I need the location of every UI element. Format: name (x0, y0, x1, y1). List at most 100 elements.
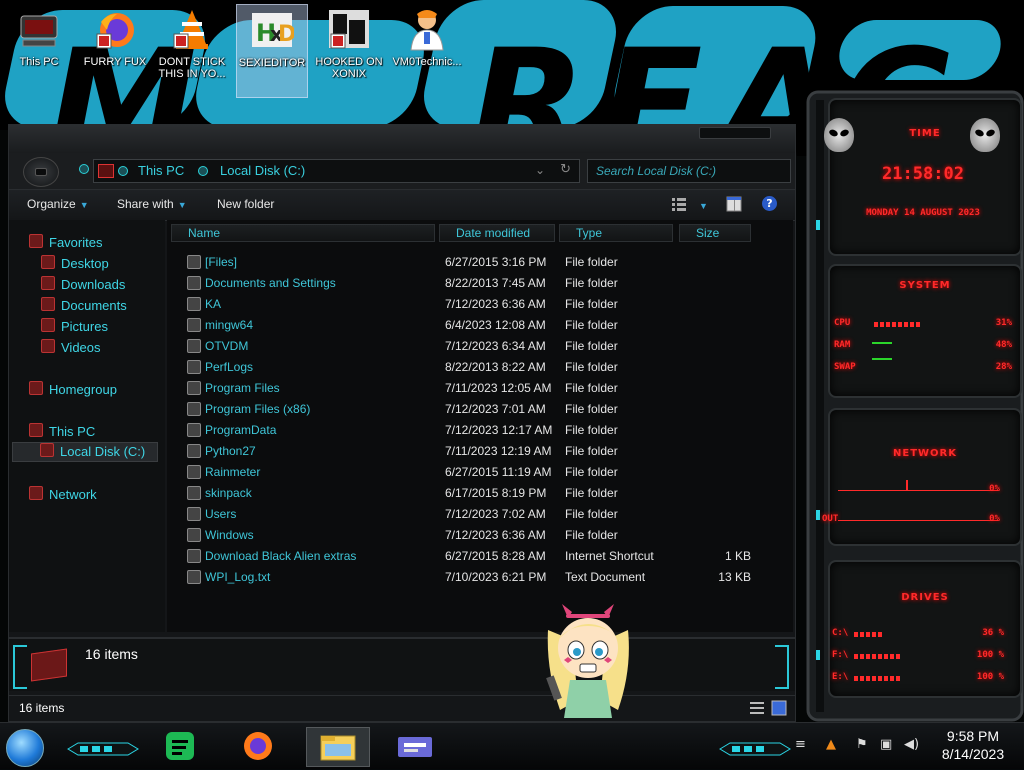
large-icons-view-icon[interactable] (771, 700, 787, 720)
taskbar-spotify-button[interactable] (150, 727, 212, 765)
nav-favorites[interactable]: Favorites (29, 234, 102, 252)
preview-pane-icon[interactable] (726, 196, 742, 212)
file-date: 7/12/2023 7:02 AM (445, 507, 546, 521)
swap-value: 28% (995, 362, 1012, 372)
file-date: 6/4/2023 12:08 AM (445, 318, 546, 332)
navigation-pane: Favorites Desktop Downloads Documents Pi… (9, 220, 165, 632)
cartoon-character-desktop-pet[interactable] (538, 600, 638, 728)
file-row[interactable]: Documents and Settings 8/22/2013 7:45 AM F… (167, 273, 793, 293)
share-with-button[interactable]: Share with ▼ (117, 197, 187, 211)
nav-desktop[interactable]: Desktop (41, 255, 109, 273)
doctor-icon (405, 8, 449, 52)
system-clock[interactable]: 9:58 PM 8/14/2023 (930, 727, 1016, 763)
organize-button[interactable]: Organize ▼ (27, 197, 89, 211)
file-name: Users (205, 507, 237, 521)
file-name: Download Black Alien extras (205, 549, 357, 563)
time-value: 21:58:02 (882, 164, 964, 184)
view-options-icon[interactable] (671, 196, 687, 212)
file-row[interactable]: [Files] 6/27/2015 3:16 PM File folder (167, 252, 793, 272)
ram-label: RAM (834, 340, 851, 350)
titlebar-ornament (699, 127, 771, 139)
file-row[interactable]: Program Files 7/11/2023 12:05 AM File fold… (167, 378, 793, 398)
cartoon-character-image (546, 604, 629, 718)
network-title: NETWORK (892, 448, 958, 459)
nav-videos[interactable]: Videos (41, 339, 101, 357)
file-list: Name Date modified Type Size [Files] 6/27… (167, 220, 793, 632)
network-in-value: 0% (989, 484, 1000, 494)
file-date: 6/27/2015 8:28 AM (445, 549, 546, 563)
date-value: MONDAY 14 AUGUST 2023 (866, 208, 980, 218)
file-row[interactable]: Users 7/12/2023 7:02 AM File folder (167, 504, 793, 524)
breadcrumb-separator-icon[interactable] (118, 166, 128, 176)
desktop-icon-vlc[interactable]: DONT STICK THIS IN YO... (157, 4, 227, 96)
file-row[interactable]: KA 7/12/2023 6:36 AM File folder (167, 294, 793, 314)
taskbar-firefox-button[interactable] (228, 727, 290, 765)
network-status-icon[interactable]: ▣ (880, 737, 892, 752)
drive-c-label: C:\ (832, 628, 849, 638)
file-row[interactable]: Program Files (x86) 7/12/2023 7:01 AM File… (167, 399, 793, 419)
details-view-icon[interactable] (749, 700, 765, 720)
nav-local-disk[interactable]: Local Disk (C:) (12, 442, 158, 462)
taskbar-media-player-button[interactable] (384, 727, 446, 765)
file-type: File folder (565, 465, 618, 479)
cpu-label: CPU (834, 318, 851, 328)
help-icon[interactable]: ? (762, 196, 777, 211)
file-row[interactable]: skinpack 6/17/2015 8:19 PM File folder (167, 483, 793, 503)
desktop-icon-xonix[interactable]: HOOKED ON XONIX (314, 4, 384, 96)
drives-title: DRIVES (901, 592, 949, 603)
column-header-type[interactable]: Type (559, 224, 673, 242)
desktop-icon-vm0technic[interactable]: VM0Technic... (392, 4, 462, 96)
nav-this-pc[interactable]: This PC (29, 423, 95, 441)
file-name: OTVDM (205, 339, 249, 353)
folder-icon (187, 318, 201, 332)
file-row[interactable]: WPI_Log.txt 7/10/2023 6:21 PM Text Documen… (167, 567, 793, 587)
nav-homegroup[interactable]: Homegroup (29, 381, 117, 399)
file-row[interactable]: Python27 7/11/2023 12:19 AM File folder (167, 441, 793, 461)
network-out-value: 0% (989, 514, 1000, 524)
column-header-date[interactable]: Date modified (439, 224, 555, 242)
recent-locations-dot-icon[interactable] (79, 164, 89, 174)
desktop-icon-label: DONT STICK THIS IN YO... (158, 56, 226, 80)
desktop-icon-furry-fux[interactable]: FURRY FUX (80, 4, 150, 96)
search-box[interactable] (587, 159, 791, 183)
nav-documents[interactable]: Documents (41, 297, 127, 315)
clock-date: 8/14/2023 (941, 746, 1005, 762)
column-header-size[interactable]: Size (679, 224, 751, 242)
notification-app-icon[interactable]: ▲ (826, 737, 836, 752)
chevron-down-icon[interactable]: ⌄ (535, 163, 545, 177)
desktop-icon-label: HOOKED ON XONIX (315, 56, 383, 80)
dropdown-caret-icon: ▼ (177, 200, 187, 210)
file-row[interactable]: mingw64 6/4/2023 12:08 AM File folder (167, 315, 793, 335)
column-header-name[interactable]: Name (171, 224, 435, 242)
action-center-flag-icon[interactable]: ⚑ (856, 737, 868, 752)
dropdown-caret-icon: ▼ (699, 201, 708, 211)
start-button[interactable] (6, 729, 44, 767)
file-explorer-window: This PC Local Disk (C:) ⌄ ↻ Organize▼ Sh… (8, 124, 796, 722)
file-row[interactable]: ProgramData 7/12/2023 12:17 AM File folder (167, 420, 793, 440)
nav-network[interactable]: Network (29, 486, 97, 504)
desktop-icon-sexieditor[interactable]: HxD SEXIEDITOR (236, 4, 308, 98)
nav-downloads[interactable]: Downloads (41, 276, 125, 294)
window-titlebar[interactable] (9, 125, 795, 153)
file-date: 7/11/2023 12:05 AM (445, 381, 552, 395)
breadcrumb-separator-icon[interactable] (198, 166, 208, 176)
clock-time: 9:58 PM (946, 728, 1000, 744)
nav-pictures[interactable]: Pictures (41, 318, 108, 336)
show-hidden-icons-icon[interactable]: ≡ (795, 737, 806, 752)
file-row[interactable]: Windows 7/12/2023 6:36 AM File folder (167, 525, 793, 545)
desktop-icon-this-pc[interactable]: This PC (4, 4, 74, 96)
breadcrumb-local-disk[interactable]: Local Disk (C:) (220, 163, 305, 178)
file-row[interactable]: Download Black Alien extras 6/27/2015 8:2… (167, 546, 793, 566)
file-row[interactable]: Rainmeter 6/27/2015 11:19 AM File folder (167, 462, 793, 482)
view-dropdown-icon[interactable]: ▼ (695, 198, 708, 212)
volume-icon[interactable]: ◀) (904, 737, 919, 752)
address-bar[interactable]: This PC Local Disk (C:) ⌄ ↻ (93, 159, 580, 183)
taskbar-explorer-button[interactable] (306, 727, 370, 767)
breadcrumb-this-pc[interactable]: This PC (138, 163, 184, 178)
file-row[interactable]: PerfLogs 8/22/2013 8:22 AM File folder (167, 357, 793, 377)
file-row[interactable]: OTVDM 7/12/2023 6:34 AM File folder (167, 336, 793, 356)
search-input[interactable] (594, 162, 768, 180)
new-folder-button[interactable]: New folder (217, 197, 274, 211)
refresh-icon[interactable]: ↻ (560, 162, 571, 177)
back-button[interactable] (23, 157, 59, 187)
